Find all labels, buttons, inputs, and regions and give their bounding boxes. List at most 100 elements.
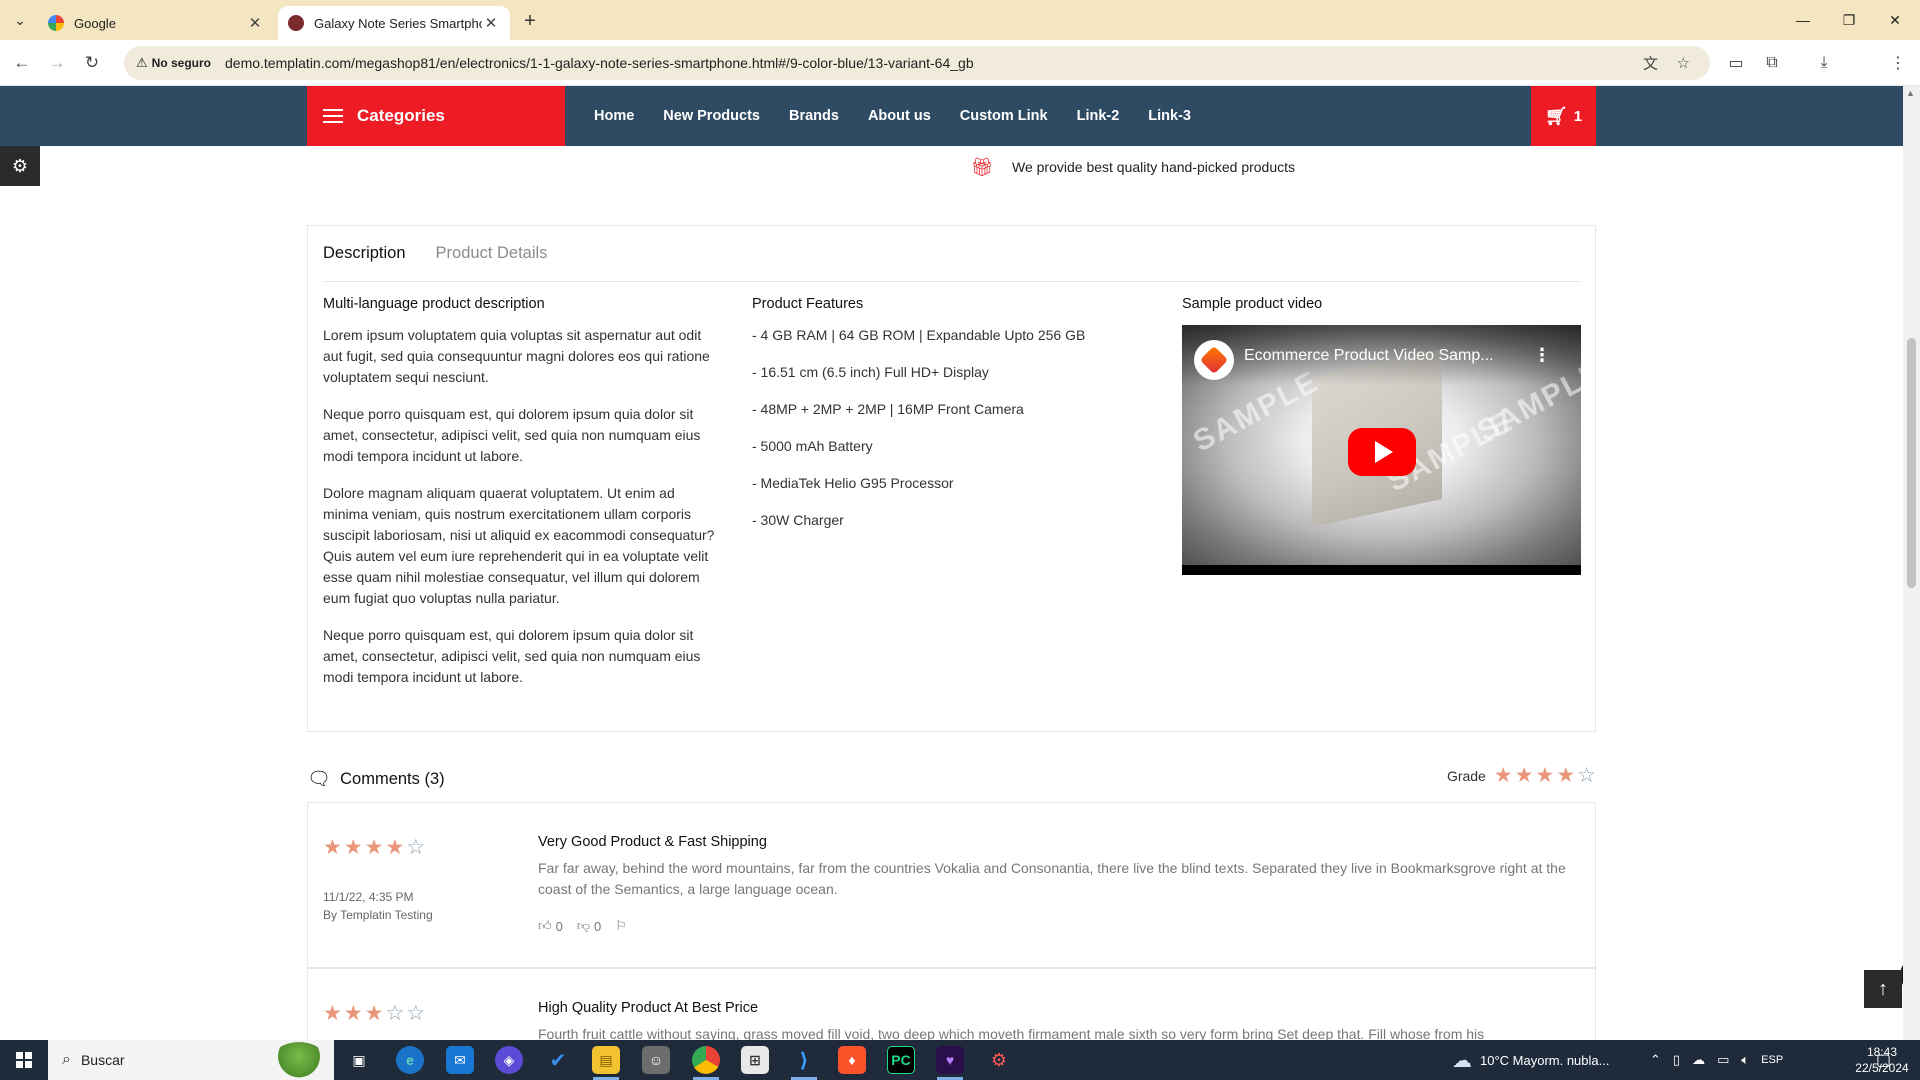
like-button[interactable]: 👍︎ 0 <box>538 918 563 934</box>
feature-item: - 4 GB RAM | 64 GB ROM | Expandable Upto… <box>752 327 1086 343</box>
game-app-icon[interactable]: ☺ <box>642 1046 670 1074</box>
google-favicon-icon <box>48 15 64 31</box>
tab-product-details[interactable]: Product Details <box>436 244 548 263</box>
menu-custom-link[interactable]: Custom Link <box>960 108 1048 124</box>
video-more-options-icon[interactable]: ⋮ <box>1533 345 1551 366</box>
close-window-icon[interactable]: ✕ <box>1872 0 1918 40</box>
taskbar-search[interactable]: ⌕ Buscar <box>48 1040 334 1080</box>
feature-item: - 16.51 cm (6.5 inch) Full HD+ Display <box>752 364 989 380</box>
network-icon[interactable]: ▭ <box>1717 1052 1729 1068</box>
grade-stars: ★ ★ ★ ★ ☆ <box>1494 765 1596 786</box>
star-filled-icon: ★ <box>364 1002 384 1025</box>
cart-button[interactable]: 🛒︎ 1 <box>1531 86 1596 146</box>
close-tab-icon[interactable]: ✕ <box>482 14 500 32</box>
tab-galaxy-note[interactable]: Galaxy Note Series Smartphone ✕ <box>278 6 510 40</box>
dislike-button[interactable]: 👎︎ 0 <box>577 918 601 934</box>
microsoft-store-icon[interactable]: ⊞ <box>741 1046 769 1074</box>
device-icon[interactable]: ▯ <box>1673 1052 1680 1068</box>
description-paragraph: Neque porro quisquam est, qui dolorem ip… <box>323 406 701 464</box>
volume-speaker-icon[interactable]: 🔈︎ <box>1741 1052 1749 1068</box>
comments-header: 🗨︎ Comments (3) Grade ★ ★ ★ ★ ☆ <box>307 761 1596 797</box>
star-empty-icon: ☆ <box>406 836 426 859</box>
comment-body: Fourth fruit cattle without saying, gras… <box>538 1026 1485 1040</box>
tab-google[interactable]: Google ✕ <box>38 6 274 40</box>
onedrive-cloud-icon[interactable]: ☁ <box>1692 1052 1705 1068</box>
forward-arrow-icon[interactable]: → <box>45 51 69 75</box>
url-text[interactable]: demo.templatin.com/megashop81/en/electro… <box>225 55 974 71</box>
new-tab-plus-icon[interactable]: + <box>518 9 542 33</box>
comment-card: ★ ★ ★ ★ ☆ 11/1/22, 4:35 PM By Templatin Test… <box>307 802 1596 968</box>
star-filled-icon: ★ <box>1556 764 1576 787</box>
comment-author: By Templatin Testing <box>323 908 433 922</box>
weather-widget[interactable]: ☁ 10°C Mayorm. nubla... <box>1452 1040 1609 1080</box>
menu-about-us[interactable]: About us <box>868 108 931 124</box>
file-explorer-icon[interactable]: ▤ <box>592 1046 620 1074</box>
back-arrow-icon[interactable]: ← <box>10 51 34 75</box>
average-grade: Grade ★ ★ ★ ★ ☆ <box>1447 765 1596 786</box>
menu-link-2[interactable]: Link-2 <box>1077 108 1120 124</box>
browser-menu-icon[interactable]: ⋮ <box>1886 52 1910 74</box>
download-icon[interactable]: ⤓ <box>1812 52 1836 74</box>
system-tray: ⌃ ▯ ☁ ▭ 🔈︎ ESP <box>1650 1040 1783 1080</box>
star-filled-icon: ★ <box>364 836 384 859</box>
back-to-top-button[interactable]: ↑ <box>1864 970 1902 1008</box>
address-bar[interactable]: ⚠ No seguro demo.templatin.com/megashop8… <box>124 46 1710 80</box>
theme-settings-gear-icon[interactable]: ⚙ <box>0 146 40 186</box>
description-paragraph: Lorem ipsum voluptatem quia voluptas sit… <box>323 327 710 385</box>
security-indicator[interactable]: ⚠ No seguro <box>136 55 211 71</box>
menu-new-products[interactable]: New Products <box>663 108 760 124</box>
copilot-icon[interactable]: ◈ <box>495 1046 523 1074</box>
vscode-icon[interactable]: ⟩ <box>790 1046 818 1074</box>
reload-icon[interactable]: ↻ <box>80 51 104 75</box>
mail-icon[interactable]: ✉ <box>446 1046 474 1074</box>
cast-icon[interactable]: ▭ <box>1724 52 1748 74</box>
scrollbar-thumb[interactable] <box>1907 338 1916 588</box>
categories-label: Categories <box>357 106 445 125</box>
features-column: Product Features - 4 GB RAM | 64 GB ROM … <box>752 296 1152 547</box>
start-button[interactable] <box>0 1040 48 1080</box>
chrome-browser-icon[interactable] <box>692 1046 720 1074</box>
star-filled-icon: ★ <box>343 1002 363 1025</box>
extensions-puzzle-icon[interactable]: ⧉ <box>1760 52 1784 74</box>
play-button-icon[interactable] <box>1348 428 1416 476</box>
menu-link-3[interactable]: Link-3 <box>1148 108 1191 124</box>
menu-brands[interactable]: Brands <box>789 108 839 124</box>
restore-window-icon[interactable]: ❐ <box>1826 0 1872 40</box>
video-title[interactable]: Ecommerce Product Video Samp... <box>1244 347 1544 365</box>
tab-description[interactable]: Description <box>323 244 406 263</box>
minimize-window-icon[interactable]: — <box>1780 0 1826 40</box>
todo-check-icon[interactable]: ✔ <box>544 1046 572 1074</box>
comment-actions: 👍︎ 0 👎︎ 0 ⚐ <box>538 918 627 934</box>
scroll-up-arrow-icon[interactable]: ▲ <box>1906 88 1915 98</box>
star-filled-icon: ★ <box>323 1002 342 1025</box>
categories-button[interactable]: Categories <box>307 86 565 146</box>
obsidian-app-icon[interactable]: ♥ <box>936 1046 964 1074</box>
developer-tool-icon[interactable]: ⚙ <box>985 1046 1013 1074</box>
brave-browser-icon[interactable]: ♦ <box>838 1046 866 1074</box>
thumbs-up-icon: 👍︎ <box>538 918 552 933</box>
windows-logo-icon <box>16 1052 32 1068</box>
task-view-icon[interactable]: ▣ <box>345 1046 373 1074</box>
comments-title: 🗨︎ Comments (3) <box>307 767 445 791</box>
show-hidden-icons-chevron-icon[interactable]: ⌃ <box>1650 1052 1661 1068</box>
close-tab-icon[interactable]: ✕ <box>246 14 264 32</box>
description-paragraph: Dolore magnam aliquam quaerat voluptatem… <box>323 485 715 606</box>
star-filled-icon: ★ <box>1493 764 1513 787</box>
search-icon: ⌕ <box>62 1051 71 1068</box>
page-scrollbar[interactable]: ▲ <box>1903 86 1920 1040</box>
translate-icon[interactable]: 文 <box>1643 53 1658 74</box>
browser-toolbar: ← → ↻ ⚠ No seguro demo.templatin.com/meg… <box>0 40 1920 112</box>
menu-home[interactable]: Home <box>594 108 634 124</box>
comment-body: Far far away, behind the word mountains,… <box>538 860 1566 897</box>
features-heading: Product Features <box>752 296 864 312</box>
like-count: 0 <box>555 918 563 934</box>
tab-search-chevron-icon[interactable]: ⌄ <box>8 8 32 32</box>
bookmark-star-icon[interactable]: ☆ <box>1677 54 1690 72</box>
pycharm-icon[interactable]: PC <box>887 1046 915 1074</box>
language-indicator[interactable]: ESP <box>1761 1054 1783 1066</box>
report-flag-icon[interactable]: ⚐ <box>615 918 627 934</box>
edge-browser-icon[interactable]: e <box>396 1046 424 1074</box>
channel-logo-icon[interactable] <box>1194 340 1234 380</box>
product-video-player[interactable]: SAMPLE SAMPLE SAMPLE Ecommerce Product V… <box>1182 325 1581 575</box>
notification-center-icon[interactable]: ▢ <box>1876 1040 1891 1080</box>
